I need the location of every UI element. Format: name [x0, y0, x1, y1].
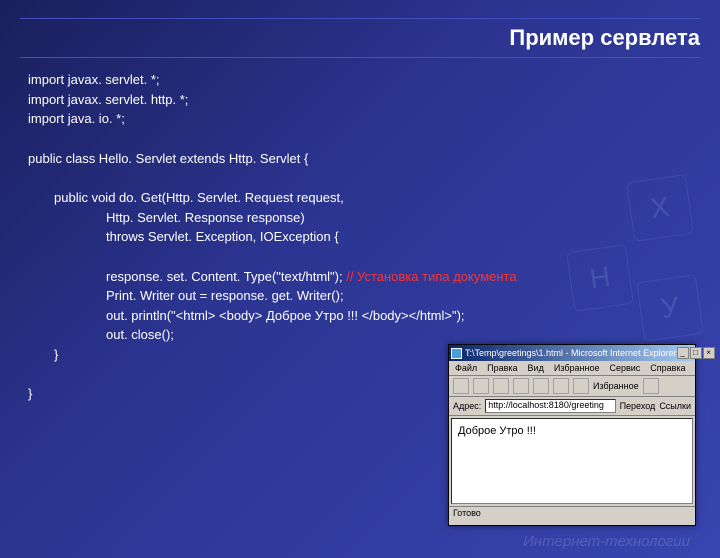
address-bar: Адрес: http://localhost:8180/greeting Пе… [449, 397, 695, 416]
forward-button[interactable] [473, 378, 489, 394]
minimize-button[interactable]: _ [677, 347, 689, 359]
window-title: T:\Temp\greetings\1.html - Microsoft Int… [465, 348, 677, 358]
browser-titlebar: T:\Temp\greetings\1.html - Microsoft Int… [449, 345, 695, 361]
menu-bar: Файл Правка Вид Избранное Сервис Справка [449, 361, 695, 376]
status-text: Готово [453, 508, 481, 518]
refresh-button[interactable] [513, 378, 529, 394]
code-line: import javax. servlet. http. *; [28, 90, 692, 110]
code-line: public void do. Get(Http. Servlet. Reque… [28, 188, 692, 208]
slide-title: Пример сервлета [20, 18, 700, 58]
ie-icon [451, 348, 462, 359]
address-input[interactable]: http://localhost:8180/greeting [485, 399, 615, 413]
browser-window: T:\Temp\greetings\1.html - Microsoft Int… [448, 344, 696, 526]
code-line: import java. io. *; [28, 109, 692, 129]
bg-key: Н [566, 244, 634, 312]
go-button[interactable]: Переход [620, 401, 656, 411]
links-label: Ссылки [659, 401, 691, 411]
menu-service[interactable]: Сервис [609, 363, 640, 373]
bg-key: У [636, 274, 704, 342]
menu-file[interactable]: Файл [455, 363, 477, 373]
code-line: throws Servlet. Exception, IOException { [28, 227, 692, 247]
menu-favorites[interactable]: Избранное [554, 363, 600, 373]
toolbar: Избранное [449, 376, 695, 397]
code-line: Http. Servlet. Response response) [28, 208, 692, 228]
bg-key: X [626, 174, 694, 242]
stop-button[interactable] [493, 378, 509, 394]
maximize-button[interactable]: □ [690, 347, 702, 359]
status-bar: Готово [449, 506, 695, 519]
code-line: import javax. servlet. *; [28, 70, 692, 90]
code-line: out. close(); [28, 325, 692, 345]
menu-edit[interactable]: Правка [487, 363, 517, 373]
menu-view[interactable]: Вид [528, 363, 544, 373]
menu-help[interactable]: Справка [650, 363, 685, 373]
footer-text: Интернет-технологии [523, 533, 690, 550]
code-line: public class Hello. Servlet extends Http… [28, 149, 692, 169]
history-button[interactable] [643, 378, 659, 394]
favorites-label: Избранное [593, 381, 639, 391]
favorites-icon[interactable] [573, 378, 589, 394]
back-button[interactable] [453, 378, 469, 394]
close-button[interactable]: × [703, 347, 715, 359]
page-content: Доброе Утро !!! [451, 418, 693, 504]
code-comment: // Установка типа документа [346, 269, 516, 284]
search-button[interactable] [553, 378, 569, 394]
address-label: Адрес: [453, 401, 481, 411]
home-button[interactable] [533, 378, 549, 394]
